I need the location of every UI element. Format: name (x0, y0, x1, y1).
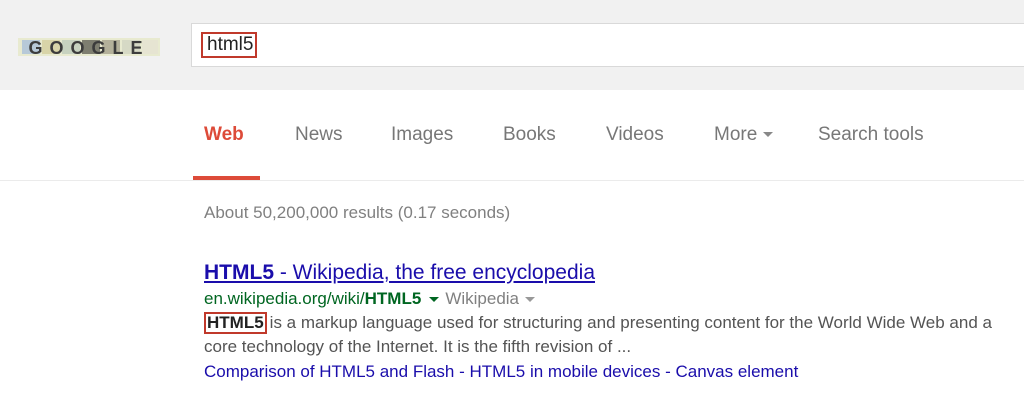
snippet-highlight: HTML5 (204, 312, 267, 334)
result-url-bold: HTML5 (364, 289, 422, 308)
snippet-text: is a markup language used for structurin… (204, 313, 992, 356)
result-title-link[interactable]: HTML5 - Wikipedia, the free encyclopedia (204, 260, 1004, 286)
result-stats: About 50,200,000 results (0.17 seconds) (204, 203, 511, 222)
search-tabs: Web News Images Books Videos More Search… (0, 90, 1024, 181)
chevron-down-icon (763, 132, 774, 138)
tab-search-tools[interactable]: Search tools (818, 124, 924, 146)
tab-books[interactable]: Books (503, 124, 556, 146)
sitelink-comparison[interactable]: Comparison of HTML5 and Flash (204, 362, 454, 381)
source-caret-icon[interactable] (525, 297, 536, 303)
search-query-text: html5 (201, 32, 257, 58)
active-tab-indicator (193, 176, 260, 180)
result-url-prefix: en.wikipedia.org/wiki/ (204, 289, 365, 308)
result-sitelinks: Comparison of HTML5 and Flash - HTML5 in… (204, 360, 1004, 384)
result-source: Wikipedia (445, 289, 520, 308)
top-bar: GOOGLE html5 (0, 0, 1024, 91)
result-url: en.wikipedia.org/wiki/HTML5 Wikipedia (204, 288, 1004, 310)
sitelink-mobile[interactable]: HTML5 in mobile devices (470, 362, 661, 381)
search-input[interactable]: html5 (191, 23, 1024, 67)
url-options-caret-icon[interactable] (429, 297, 440, 303)
google-logo[interactable]: GOOGLE (18, 32, 160, 60)
sitelink-separator: - (660, 362, 676, 381)
tab-web[interactable]: Web (204, 124, 244, 146)
result-title-bold: HTML5 (204, 261, 274, 284)
tab-news[interactable]: News (295, 124, 343, 146)
sitelink-separator: - (454, 362, 470, 381)
tab-more[interactable]: More (714, 124, 774, 146)
sitelink-canvas[interactable]: Canvas element (675, 362, 798, 381)
result-title-rest: - Wikipedia, the free encyclopedia (274, 261, 595, 284)
logo-text: GOOGLE (28, 38, 149, 58)
logo-graphic: GOOGLE (18, 38, 160, 58)
tab-more-label: More (714, 124, 758, 145)
tab-images[interactable]: Images (391, 124, 453, 146)
result-snippet: HTML5 is a markup language used for struc… (204, 311, 1004, 359)
tab-videos[interactable]: Videos (606, 124, 664, 146)
search-result: HTML5 - Wikipedia, the free encyclopedia… (204, 260, 1004, 384)
